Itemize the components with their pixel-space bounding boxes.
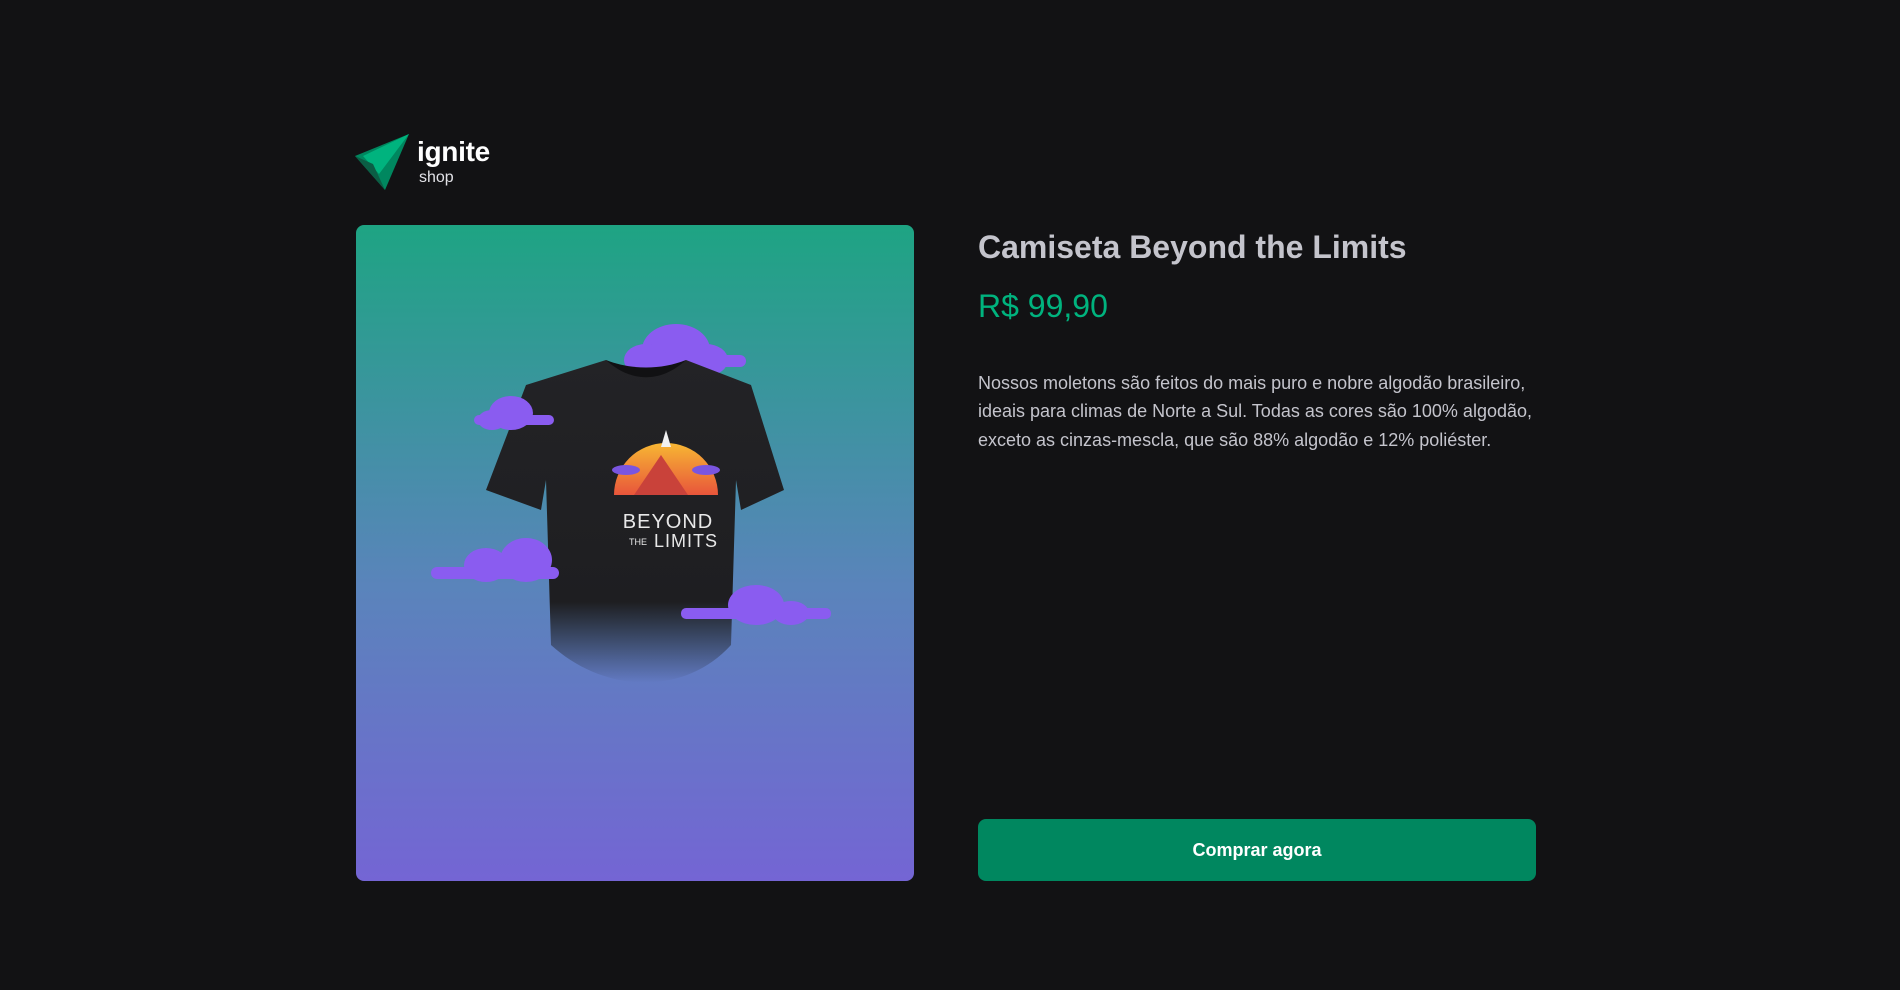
product-description: Nossos moletons são feitos do mais puro … [978, 372, 1532, 451]
product-details: Camiseta Beyond the Limits R$ 99,90 Noss… [978, 225, 1537, 455]
logo-subtitle: shop [419, 169, 454, 186]
product-image-container: BEYOND THE LIMITS [356, 225, 914, 881]
product-title: Camiseta Beyond the Limits [978, 229, 1407, 265]
product-page: ignite shop BEYOND THE LIMITS Camiseta B… [0, 0, 1900, 990]
buy-now-button[interactable]: Comprar agora [978, 819, 1536, 881]
ignite-arrow-logo-icon [355, 134, 409, 190]
logo-title: ignite [417, 136, 490, 167]
logo[interactable]: ignite shop [355, 134, 490, 190]
product-price: R$ 99,90 [978, 287, 1108, 324]
print-the: THE [629, 537, 647, 547]
print-line1: BEYOND [623, 511, 713, 533]
print-line2: LIMITS [654, 531, 718, 551]
cloud-lower-left [431, 538, 559, 582]
product-image: BEYOND THE LIMITS [431, 324, 831, 683]
